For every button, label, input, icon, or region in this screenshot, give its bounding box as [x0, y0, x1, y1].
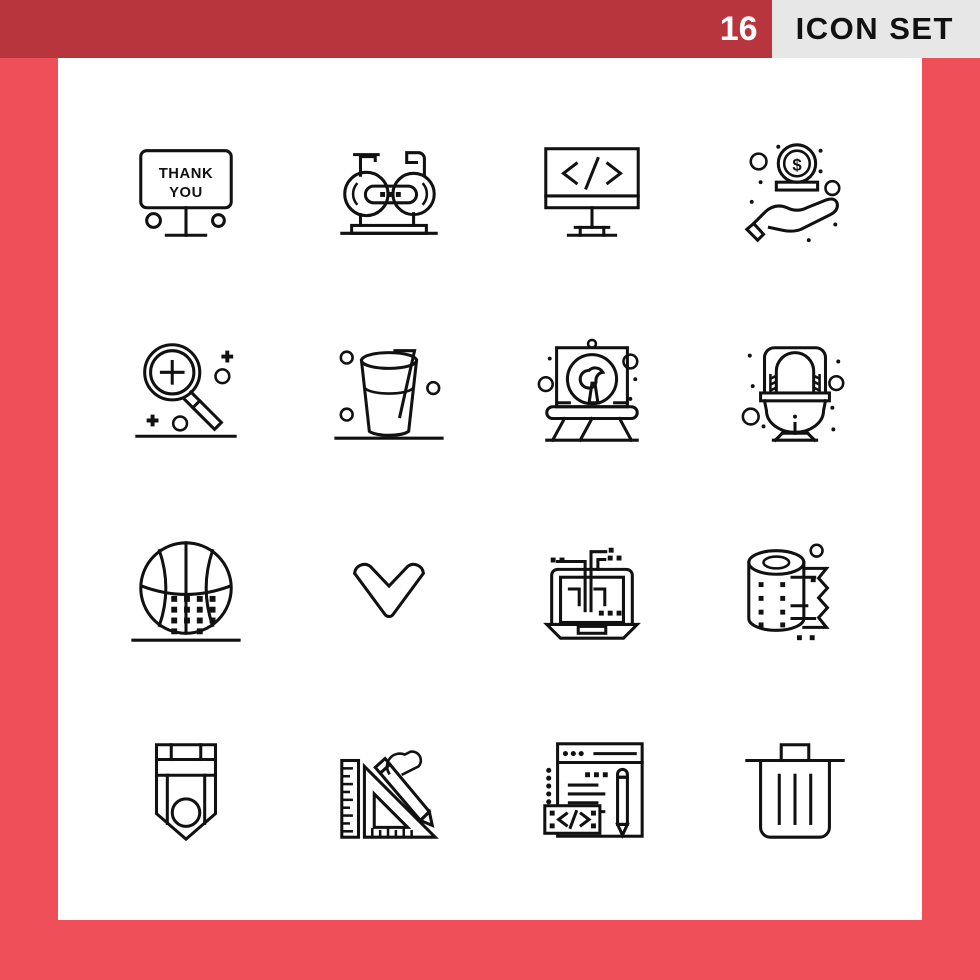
icon-cell-13[interactable] [84, 691, 287, 891]
exercise-bike-icon [339, 150, 438, 235]
toilet-paper-roll-icon [746, 543, 830, 640]
icon-set-title: ICON SET [771, 0, 980, 58]
coin-dollar-symbol: $ [792, 155, 802, 174]
hand-holding-coin-icon: $ [744, 143, 841, 243]
trash-can-icon [744, 743, 845, 839]
icon-count-badge: 16 [719, 0, 772, 58]
icon-cell-10[interactable] [287, 491, 490, 691]
icon-cell-5[interactable] [84, 292, 287, 492]
icon-cell-15[interactable] [490, 691, 693, 891]
drafting-tools-icon [339, 750, 439, 839]
icon-hand-coin-cell-4[interactable]: $ [693, 92, 896, 292]
toilet-icon [741, 346, 844, 443]
icon-count-value: 16 [719, 10, 758, 48]
icon-cell-11[interactable] [490, 491, 693, 691]
code-monitor-icon [543, 146, 640, 237]
drink-glass-straw-icon [333, 349, 444, 440]
badge-ribbon-icon [154, 743, 217, 842]
icon-cell-16[interactable] [693, 691, 896, 891]
icon-cell-12[interactable] [693, 491, 896, 691]
chevron-down-icon [352, 562, 425, 618]
icon-cell-7[interactable] [490, 292, 693, 492]
icon-cell-3[interactable] [490, 92, 693, 292]
header-bar: 16 ICON SET [0, 0, 980, 58]
icon-cell-9[interactable] [84, 491, 287, 691]
icon-cell-8[interactable] [693, 292, 896, 492]
icon-grid: THANK YOU $ [58, 58, 922, 920]
laptop-circuit-icon [542, 547, 641, 640]
icon-cell-6[interactable] [287, 292, 490, 492]
billboard-line-2: YOU [169, 185, 203, 201]
thank-you-billboard-icon: THANK YOU [138, 148, 233, 237]
icon-cell-2[interactable] [287, 92, 490, 292]
web-development-icon [542, 742, 644, 840]
easel-canvas-icon [537, 338, 639, 443]
billboard-line-1: THANK [158, 166, 213, 182]
icon-canvas: THANK YOU $ [58, 58, 922, 920]
zoom-in-magnifier-icon [134, 343, 237, 439]
icon-cell-1[interactable]: THANK YOU [84, 92, 287, 292]
basketball-icon [130, 541, 241, 642]
icon-set-title-text: ICON SET [795, 11, 954, 46]
icon-set-page: 16 ICON SET THANK YOU $ [0, 0, 980, 980]
icon-cell-14[interactable] [287, 691, 490, 891]
